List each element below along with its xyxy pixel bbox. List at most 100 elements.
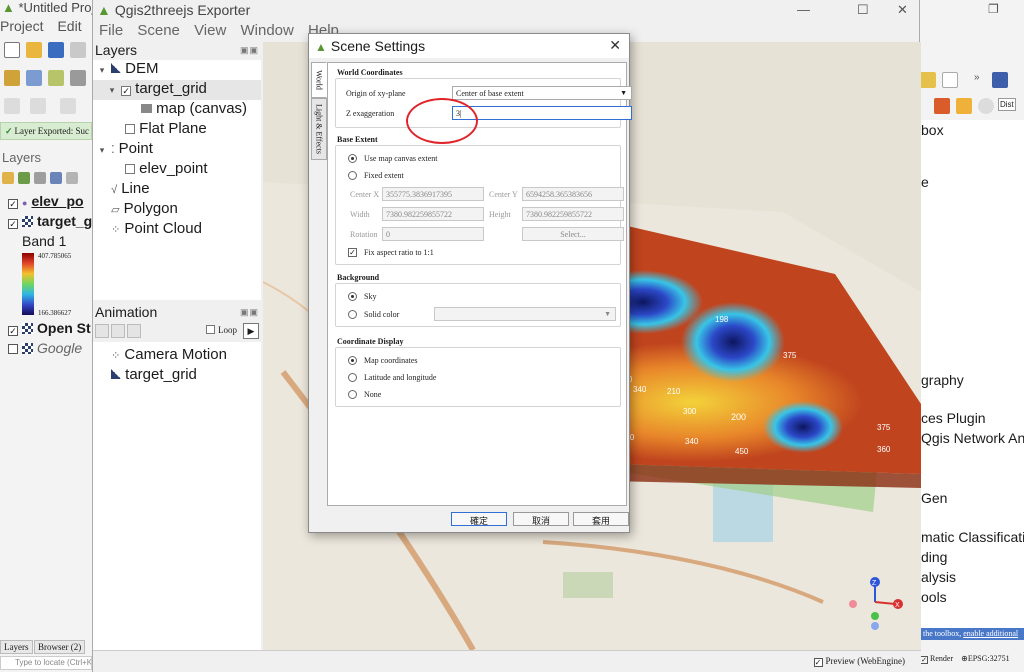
qgis-menu-project[interactable]: Project: [0, 18, 44, 34]
layer-checkbox[interactable]: [125, 164, 136, 174]
restore-icon[interactable]: ❐: [988, 2, 999, 16]
remove-keyframe-icon[interactable]: [127, 324, 141, 338]
help-icon[interactable]: [992, 72, 1008, 88]
toolbox-item[interactable]: e: [921, 174, 929, 190]
center-y-field[interactable]: 6594258.365383656: [522, 187, 624, 201]
none-radio[interactable]: [348, 390, 357, 399]
toolbox-item[interactable]: Gen: [921, 490, 947, 506]
new-project-icon[interactable]: [4, 42, 20, 58]
tree-item-map-canvas[interactable]: map (canvas): [93, 100, 261, 120]
save-as-icon[interactable]: [70, 42, 86, 58]
select-icon[interactable]: [4, 98, 20, 114]
tree-item-polygon[interactable]: ▱ Polygon: [93, 200, 261, 220]
select-extent-button[interactable]: Select...: [522, 227, 624, 241]
menu-window[interactable]: Window: [240, 22, 293, 39]
rotation-field[interactable]: 0: [382, 227, 484, 241]
tree-item-flat-plane[interactable]: Flat Plane: [93, 120, 261, 140]
tree-item-line[interactable]: √ Line: [93, 180, 261, 200]
loop-checkbox[interactable]: [206, 325, 215, 334]
color-picker-button[interactable]: ▼: [434, 307, 616, 321]
distance-tool-button[interactable]: Dist: [998, 98, 1016, 111]
maximize-icon[interactable]: ☐: [857, 2, 869, 18]
menu-view[interactable]: View: [194, 22, 226, 39]
toolbox-item[interactable]: Qgis Network An: [921, 430, 1024, 446]
edit-keyframe-icon[interactable]: [111, 324, 125, 338]
animation-item-target-grid[interactable]: target_grid: [93, 366, 261, 386]
cancel-button[interactable]: 取消: [513, 512, 569, 527]
toolbox-item[interactable]: matic Classificati: [921, 529, 1024, 545]
layer-visibility-checkbox[interactable]: ✓: [8, 219, 18, 229]
toolbox-item[interactable]: ding: [921, 549, 947, 565]
layer-visibility-checkbox[interactable]: ✓: [8, 326, 18, 336]
collapse-arrow-icon[interactable]: ▾: [97, 65, 107, 76]
close-icon[interactable]: ✕: [609, 37, 621, 54]
z-exaggeration-input[interactable]: 3|: [452, 106, 632, 120]
play-button[interactable]: ▶: [243, 323, 259, 339]
more-tools-icon[interactable]: »: [974, 72, 980, 83]
open-project-icon[interactable]: [26, 42, 42, 58]
origin-select[interactable]: Center of base extent ▼: [452, 86, 632, 100]
menu-scene[interactable]: Scene: [137, 22, 180, 39]
close-icon[interactable]: ✕: [897, 2, 908, 18]
add-keyframe-icon[interactable]: [95, 324, 109, 338]
minimize-icon[interactable]: —: [797, 2, 810, 17]
add-vector-icon[interactable]: [26, 70, 42, 86]
qgis-layer-row[interactable]: ✓ ● elev_po: [0, 193, 92, 213]
qgis-layer-row[interactable]: ✓ Open St: [0, 320, 92, 340]
toolbox-item[interactable]: graphy: [921, 372, 964, 388]
georeferencer-icon[interactable]: [934, 98, 950, 114]
query-icon[interactable]: [30, 98, 46, 114]
collapse-arrow-icon[interactable]: ▾: [107, 85, 117, 96]
tree-item-target-grid[interactable]: ▾ ✓ target_grid: [93, 80, 261, 100]
layer-checkbox[interactable]: ✓: [121, 86, 132, 96]
dock-buttons-icon[interactable]: ▣▣: [240, 45, 259, 56]
neg-x-axis-handle[interactable]: [849, 600, 857, 608]
tab-browser[interactable]: Browser (2): [34, 640, 86, 654]
open-layer-styling-icon[interactable]: [2, 172, 14, 184]
ok-button[interactable]: 確定: [451, 512, 507, 527]
toolbox-item[interactable]: ces Plugin: [921, 410, 986, 426]
height-field[interactable]: 7380.982259855722: [522, 207, 624, 221]
add-layer-icon[interactable]: [4, 70, 20, 86]
tree-item-point-cloud[interactable]: ⁘ Point Cloud: [93, 220, 261, 240]
menu-file[interactable]: File: [99, 22, 123, 39]
qgis-menu-edit[interactable]: Edit: [57, 18, 81, 34]
dock-buttons-icon[interactable]: ▣▣: [240, 307, 259, 318]
loop-toggle[interactable]: Loop: [206, 325, 237, 335]
render-checkbox[interactable]: ✓: [920, 656, 928, 664]
add-raster-icon[interactable]: [48, 70, 64, 86]
add-tool-icon[interactable]: [956, 98, 972, 114]
add-mesh-icon[interactable]: [70, 70, 86, 86]
solid-color-radio[interactable]: [348, 310, 357, 319]
add-group-icon[interactable]: [18, 172, 30, 184]
tab-layers[interactable]: Layers: [0, 640, 33, 654]
width-field[interactable]: 7380.982259855722: [382, 207, 484, 221]
fix-aspect-checkbox[interactable]: ✓: [348, 248, 357, 257]
tab-world[interactable]: World: [311, 62, 327, 98]
layer-visibility-checkbox[interactable]: [8, 344, 18, 354]
preview-toggle[interactable]: ✓ Preview (WebEngine): [813, 656, 905, 667]
refresh-icon[interactable]: [978, 98, 994, 114]
tree-item-elev-point[interactable]: elev_point: [93, 160, 261, 180]
save-project-icon[interactable]: [48, 42, 64, 58]
filter-legend-icon[interactable]: [50, 172, 62, 184]
expand-all-icon[interactable]: [66, 172, 78, 184]
toolbox-item[interactable]: alysis: [921, 569, 956, 585]
center-x-field[interactable]: 355775.3836917395: [382, 187, 484, 201]
apply-button[interactable]: 套用: [573, 512, 629, 527]
preview-checkbox[interactable]: ✓: [813, 658, 823, 667]
tree-item-dem[interactable]: ▾ DEM: [93, 60, 261, 80]
qgis-layer-row[interactable]: ✓ target_g: [0, 213, 92, 233]
use-canvas-extent-radio[interactable]: [348, 154, 357, 163]
plugin-tool-icon[interactable]: [920, 72, 936, 88]
layer-checkbox[interactable]: [125, 124, 136, 134]
collapse-arrow-icon[interactable]: ▾: [97, 145, 107, 156]
animation-item-camera-motion[interactable]: ⁘ Camera Motion: [93, 346, 261, 366]
profile-tool-icon[interactable]: [942, 72, 958, 88]
measure-icon[interactable]: [60, 98, 76, 114]
tab-light-effects[interactable]: Light & Effects: [311, 98, 327, 160]
neg-z-axis-handle[interactable]: [871, 622, 879, 630]
lat-lon-radio[interactable]: [348, 373, 357, 382]
locator-search-input[interactable]: Type to locate (Ctrl+K): [0, 656, 92, 670]
globe-icon[interactable]: ⊕: [961, 654, 968, 663]
